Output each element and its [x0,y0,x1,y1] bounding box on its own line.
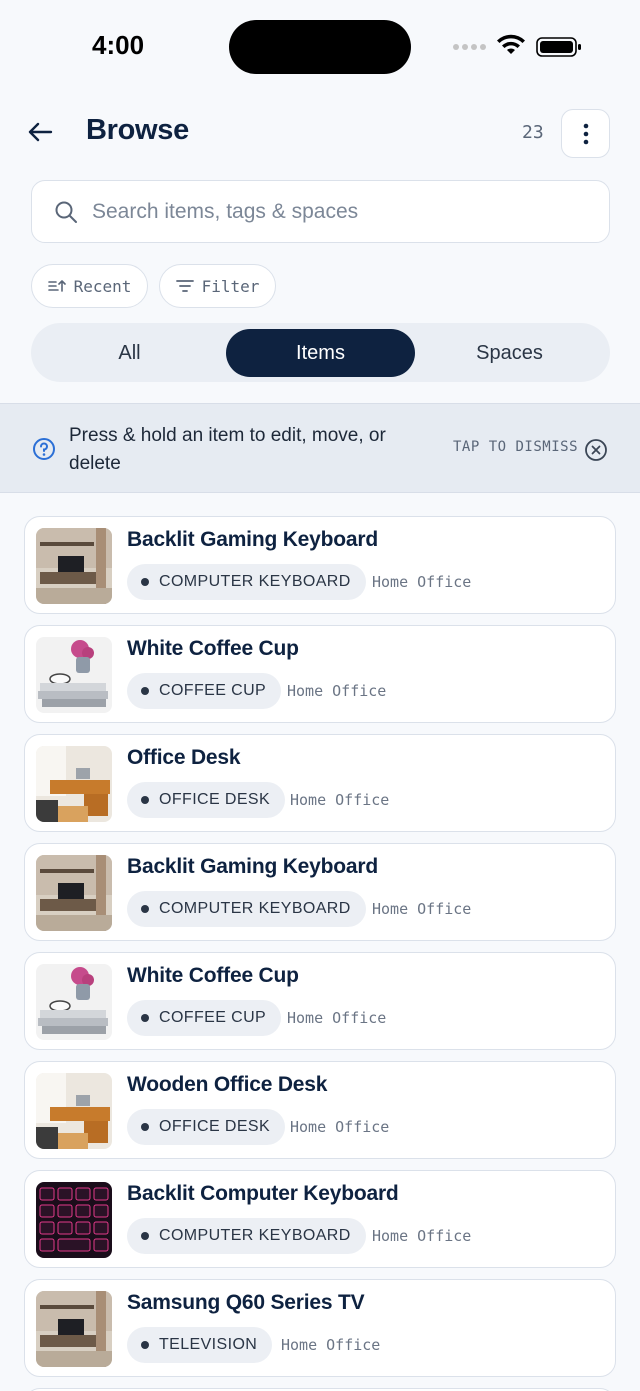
item-title: White Coffee Cup [127,964,299,987]
category-tag-label: COMPUTER KEYBOARD [159,900,351,917]
item-location: Home Office [372,573,472,591]
item-card[interactable]: White Coffee Cup COFFEE CUP Home Office [24,625,616,723]
search-input[interactable] [92,199,562,224]
item-location: Home Office [281,1336,381,1354]
sort-chip-label: Recent [73,276,132,296]
hint-banner[interactable]: Press & hold an item to edit, move, or d… [0,403,640,493]
signal-icon [453,44,486,50]
sort-recent-chip[interactable]: Recent [31,264,148,308]
item-count: 23 [522,122,544,143]
tab-spaces[interactable]: Spaces [415,329,604,377]
help-circle-icon [33,438,55,460]
item-list: Backlit Gaming Keyboard COMPUTER KEYBOAR… [24,516,616,1391]
view-segmented-control: All Items Spaces [31,323,610,382]
category-tag: OFFICE DESK [127,1109,286,1145]
filter-chip-label: Filter [201,276,260,296]
item-card[interactable]: Samsung Q60 Series TV TELEVISION Home Of… [24,1279,616,1377]
wifi-icon [497,34,525,54]
item-thumbnail [36,528,112,604]
more-vertical-icon [583,123,588,144]
page-title: Browse [86,114,189,146]
sort-icon [47,280,66,292]
item-thumbnail [36,964,112,1040]
item-thumbnail [36,746,112,822]
category-tag-label: OFFICE DESK [159,791,271,808]
status-bar: 4:00 [0,0,640,96]
category-tag-label: COFFEE CUP [159,1009,267,1026]
category-tag: COMPUTER KEYBOARD [127,564,366,600]
search-bar[interactable] [31,180,610,243]
category-tag: COMPUTER KEYBOARD [127,891,366,927]
category-tag: COFFEE CUP [127,1000,282,1036]
tap-to-dismiss-label[interactable]: TAP TO DISMISS [453,439,578,455]
item-title: Office Desk [127,746,241,769]
item-location: Home Office [287,1009,387,1027]
filter-icon [175,280,194,292]
item-title: Wooden Office Desk [127,1073,328,1096]
item-thumbnail [36,1182,112,1258]
item-card[interactable]: White Coffee Cup COFFEE CUP Home Office [24,952,616,1050]
item-location: Home Office [290,1118,390,1136]
item-title: Backlit Computer Keyboard [127,1182,399,1205]
item-thumbnail [36,855,112,931]
item-title: Backlit Gaming Keyboard [127,855,378,878]
item-title: Samsung Q60 Series TV [127,1291,365,1314]
item-title: White Coffee Cup [127,637,299,660]
item-location: Home Office [287,682,387,700]
item-card[interactable]: Office Desk OFFICE DESK Home Office [24,734,616,832]
item-thumbnail [36,1073,112,1149]
battery-icon [536,37,581,57]
search-icon [54,200,78,224]
category-tag: COMPUTER KEYBOARD [127,1218,366,1254]
status-time: 4:00 [92,30,145,60]
category-tag-label: COFFEE CUP [159,682,267,699]
filter-chip[interactable]: Filter [159,264,276,308]
close-circle-icon[interactable] [584,438,608,462]
dynamic-island [229,20,411,74]
item-card[interactable]: Backlit Computer Keyboard COMPUTER KEYBO… [24,1170,616,1268]
item-card[interactable]: Backlit Gaming Keyboard COMPUTER KEYBOAR… [24,843,616,941]
more-options-button[interactable] [561,109,610,158]
item-title: Backlit Gaming Keyboard [127,528,378,551]
category-tag: COFFEE CUP [127,673,282,709]
back-button[interactable] [24,116,56,148]
item-location: Home Office [372,900,472,918]
back-arrow-icon [28,122,53,142]
item-thumbnail [36,637,112,713]
category-tag-label: TELEVISION [159,1336,258,1353]
category-tag-label: COMPUTER KEYBOARD [159,1227,351,1244]
category-tag: OFFICE DESK [127,782,286,818]
item-card[interactable]: Backlit Gaming Keyboard COMPUTER KEYBOAR… [24,516,616,614]
tab-items[interactable]: Items [226,329,415,377]
item-location: Home Office [290,791,390,809]
header: Browse 23 [0,108,640,158]
category-tag-label: OFFICE DESK [159,1118,271,1135]
category-tag-label: COMPUTER KEYBOARD [159,573,351,590]
category-tag: TELEVISION [127,1327,273,1363]
item-thumbnail [36,1291,112,1367]
item-location: Home Office [372,1227,472,1245]
tab-all[interactable]: All [35,329,224,377]
item-card[interactable]: Wooden Office Desk OFFICE DESK Home Offi… [24,1061,616,1159]
hint-text: Press & hold an item to edit, move, or d… [69,425,386,474]
